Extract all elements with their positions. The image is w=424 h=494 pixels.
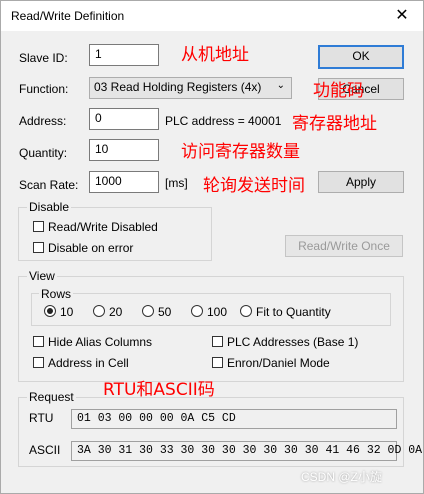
- rows-radio-fit[interactable]: [240, 305, 252, 317]
- window-title: Read/Write Definition: [11, 9, 125, 23]
- rows-option-20: 20: [109, 305, 123, 319]
- annotation-function: 功能码: [313, 81, 364, 101]
- rows-radio-100[interactable]: [191, 305, 203, 317]
- rows-radio-50[interactable]: [142, 305, 154, 317]
- function-select-value: 03 Read Holding Registers (4x): [94, 80, 262, 94]
- quantity-input[interactable]: 10: [89, 139, 159, 161]
- plc-addresses-base1-label: PLC Addresses (Base 1): [227, 335, 359, 349]
- rows-radio-10[interactable]: [44, 305, 56, 317]
- rows-option-50: 50: [158, 305, 172, 319]
- hide-alias-columns-label: Hide Alias Columns: [48, 335, 153, 349]
- disable-on-error-label: Disable on error: [48, 241, 134, 255]
- annotation-slave-id: 从机地址: [181, 45, 249, 65]
- address-input[interactable]: 0: [89, 108, 159, 130]
- rows-option-10: 10: [60, 305, 74, 319]
- plc-address-text: PLC address = 40001: [165, 114, 282, 128]
- rows-radio-20[interactable]: [93, 305, 105, 317]
- slave-id-label: Slave ID:: [19, 51, 68, 65]
- disable-group-title: Disable: [27, 200, 72, 214]
- scan-rate-input[interactable]: 1000: [89, 171, 159, 193]
- rows-option-fit: Fit to Quantity: [256, 305, 331, 319]
- function-label: Function:: [19, 82, 69, 96]
- scan-rate-label: Scan Rate:: [19, 178, 79, 192]
- view-group-title: View: [27, 269, 57, 283]
- enron-daniel-mode-checkbox[interactable]: [212, 357, 223, 368]
- annotation-address: 寄存器地址: [292, 114, 377, 134]
- annotation-quantity: 访问寄存器数量: [181, 142, 300, 162]
- ascii-label: ASCII: [29, 443, 61, 457]
- scan-rate-unit: [ms]: [165, 176, 188, 190]
- address-in-cell-label: Address in Cell: [48, 356, 129, 370]
- rows-group-title: Rows: [39, 287, 74, 301]
- rtu-value-field: 01 03 00 00 00 0A C5 CD: [71, 409, 397, 429]
- dialog-window: Read/Write Definition ✕ Slave ID: 1 Func…: [0, 0, 424, 494]
- hide-alias-columns-checkbox[interactable]: [33, 336, 44, 347]
- address-label: Address:: [19, 114, 67, 128]
- apply-button[interactable]: Apply: [318, 171, 404, 193]
- rtu-label: RTU: [29, 411, 54, 425]
- disable-on-error-checkbox[interactable]: [33, 242, 44, 253]
- ok-button[interactable]: OK: [318, 45, 404, 69]
- plc-addresses-base1-checkbox[interactable]: [212, 336, 223, 347]
- quantity-label: Quantity:: [19, 146, 68, 160]
- address-in-cell-checkbox[interactable]: [33, 357, 44, 368]
- read-write-disabled-checkbox[interactable]: [33, 221, 44, 232]
- request-group-title: Request: [27, 390, 76, 404]
- annotation-request: RTU和ASCII码: [103, 380, 215, 400]
- read-write-once-button[interactable]: Read/Write Once: [285, 235, 403, 257]
- slave-id-input[interactable]: 1: [89, 44, 159, 66]
- rows-option-100: 100: [207, 305, 228, 319]
- annotation-scan-rate: 轮询发送时间: [203, 176, 305, 196]
- chevron-down-icon: ⌄: [276, 80, 285, 91]
- read-write-disabled-label: Read/Write Disabled: [48, 220, 158, 234]
- ascii-value-field: 3A 30 31 30 33 30 30 30 30 30 30 30 41 4…: [71, 441, 422, 461]
- close-icon[interactable]: ✕: [387, 4, 417, 28]
- watermark: CSDN @Z小旋: [301, 470, 382, 484]
- function-select[interactable]: 03 Read Holding Registers (4x) ⌄: [89, 77, 292, 99]
- enron-daniel-mode-label: Enron/Daniel Mode: [227, 356, 330, 370]
